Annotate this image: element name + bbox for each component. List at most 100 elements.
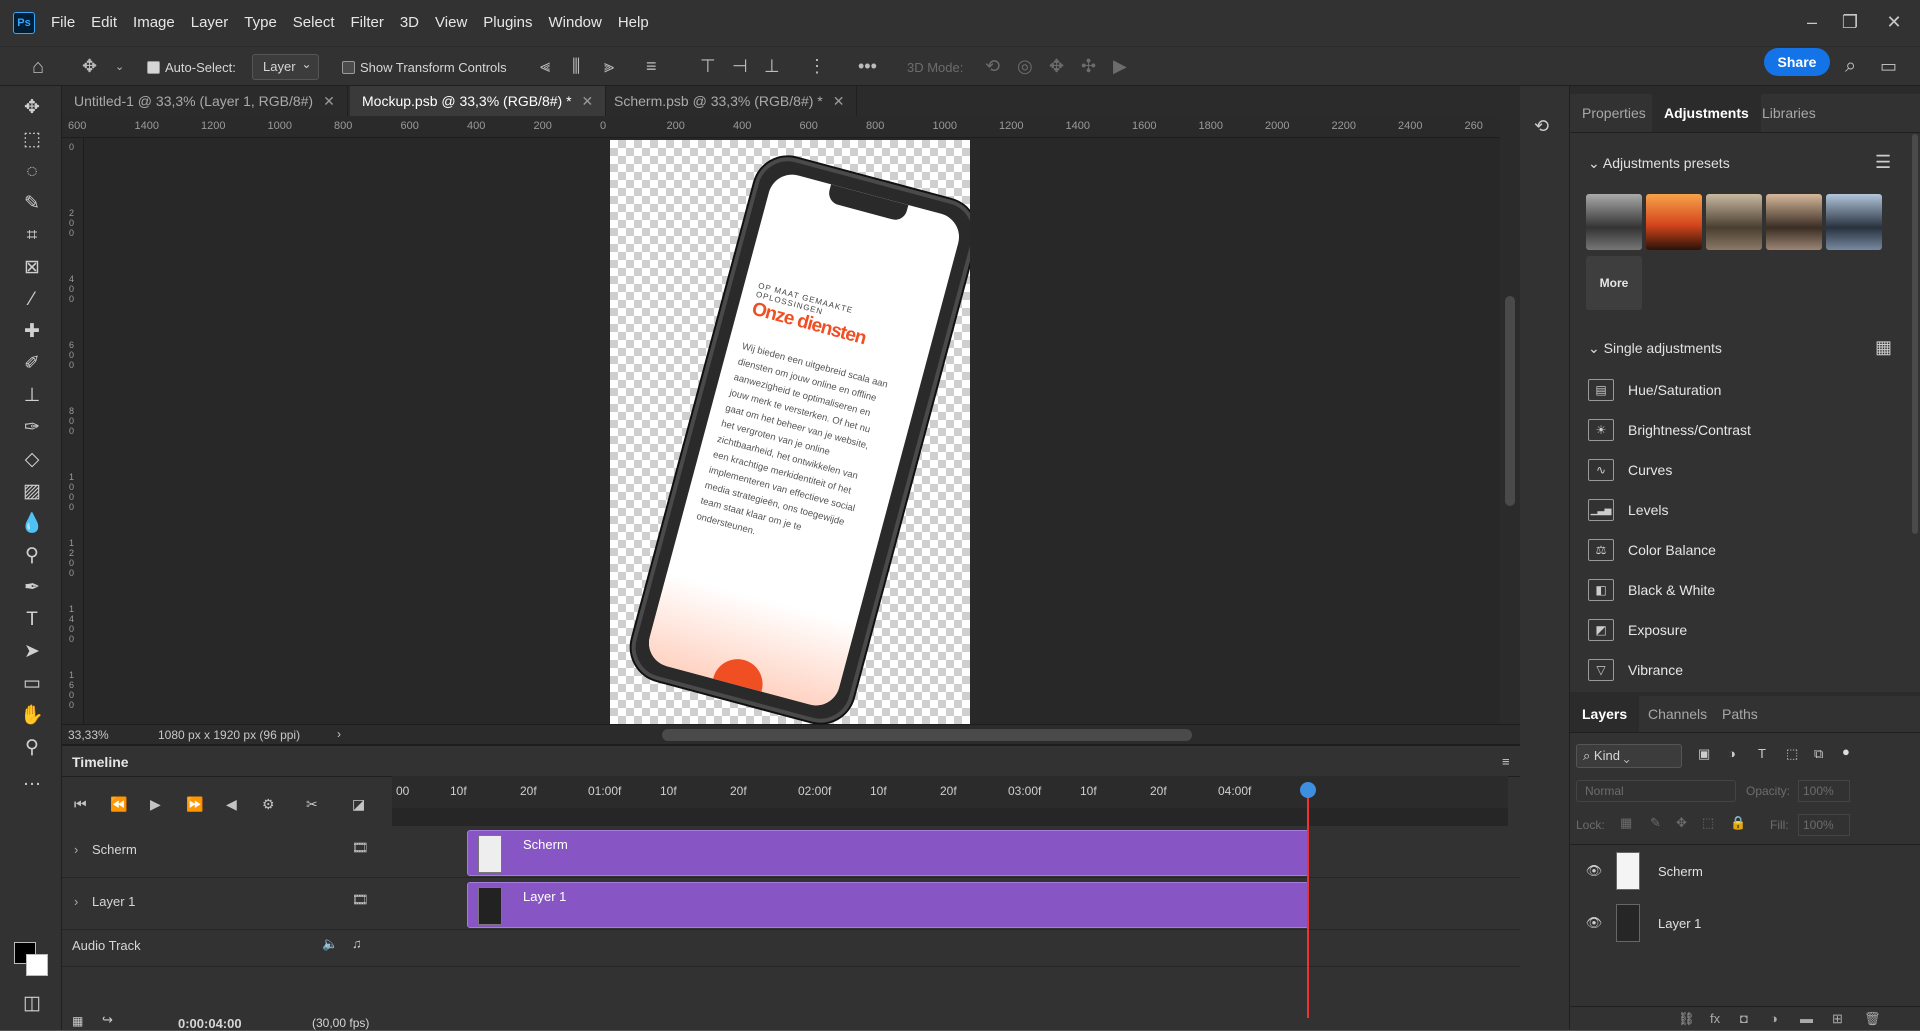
pixel-filter-icon[interactable]: ▣ xyxy=(1698,746,1710,762)
menu-file[interactable]: File xyxy=(43,0,83,46)
tab-paths[interactable]: Paths xyxy=(1710,696,1770,732)
playhead-handle[interactable] xyxy=(1300,782,1316,798)
preset-thumbnail[interactable] xyxy=(1646,194,1702,250)
panel-menu-icon[interactable]: ≡ xyxy=(1502,754,1510,769)
align-right-icon[interactable]: ⫸ xyxy=(604,56,614,77)
move-tool-icon[interactable]: ✥ xyxy=(82,56,97,77)
track-name-scherm[interactable]: Scherm xyxy=(92,842,137,857)
fill-input[interactable]: 100% xyxy=(1798,814,1850,836)
scroll-thumb[interactable] xyxy=(1505,296,1515,506)
menu-window[interactable]: Window xyxy=(540,0,609,46)
menu-select[interactable]: Select xyxy=(285,0,343,46)
speaker-icon[interactable]: 🔈 xyxy=(322,936,338,952)
grid-view-icon[interactable]: ▦ xyxy=(1875,337,1892,358)
marquee-tool-icon[interactable]: ⬚ xyxy=(20,128,44,152)
share-button[interactable]: Share xyxy=(1764,48,1830,76)
play-icon[interactable]: ▶ xyxy=(150,796,161,813)
close-tab-icon[interactable]: ✕ xyxy=(833,93,845,109)
home-icon[interactable]: ⌂ xyxy=(32,56,44,79)
zoom-level[interactable]: 33,33% xyxy=(68,728,109,742)
more-options-icon[interactable]: ••• xyxy=(858,56,877,77)
settings-gear-icon[interactable]: ⚙ xyxy=(262,796,275,813)
gradient-tool-icon[interactable]: ▨ xyxy=(20,480,44,504)
visibility-eye-icon[interactable]: 👁 xyxy=(1584,863,1604,879)
expand-chevron-icon[interactable]: › xyxy=(74,842,78,857)
tab-libraries[interactable]: Libraries xyxy=(1750,94,1828,132)
filter-toggle-icon[interactable]: ● xyxy=(1842,744,1850,759)
distribute-vertical-icon[interactable]: ⋮ xyxy=(808,56,826,77)
tab-mockup[interactable]: Mockup.psb @ 33,3% (RGB/8#) * ✕ xyxy=(350,86,607,116)
new-layer-icon[interactable]: ⊞ xyxy=(1832,1011,1843,1027)
film-icon[interactable]: 🎞 xyxy=(352,892,369,908)
adj-hue-saturation[interactable]: ▤ Hue/Saturation xyxy=(1588,377,1721,403)
adj-black-white[interactable]: ◧ Black & White xyxy=(1588,577,1715,603)
music-note-icon[interactable]: ♫ xyxy=(352,936,362,951)
blend-mode-dropdown[interactable]: Normal xyxy=(1576,780,1736,802)
more-tools-icon[interactable]: … xyxy=(20,768,44,792)
pen-tool-icon[interactable]: ✒ xyxy=(20,576,44,600)
lock-pixels-icon[interactable]: ✎ xyxy=(1650,815,1661,831)
presets-heading[interactable]: ⌄ Adjustments presets xyxy=(1588,155,1730,172)
quick-mask-icon[interactable]: ◫ xyxy=(20,992,44,1016)
search-icon[interactable]: ⌕ xyxy=(1845,55,1856,78)
horizontal-scroll-thumb[interactable] xyxy=(662,729,1192,741)
track-name-layer1[interactable]: Layer 1 xyxy=(92,894,135,909)
crop-tool-icon[interactable]: ⌗ xyxy=(20,224,44,248)
adj-vibrance[interactable]: ▽ Vibrance xyxy=(1588,657,1683,683)
preset-thumbnail[interactable] xyxy=(1586,194,1642,250)
adj-brightness-contrast[interactable]: ☀ Brightness/Contrast xyxy=(1588,417,1751,443)
menu-view[interactable]: View xyxy=(427,0,475,46)
lasso-tool-icon[interactable]: ◌ xyxy=(20,160,44,184)
adj-exposure[interactable]: ◩ Exposure xyxy=(1588,617,1687,643)
link-layers-icon[interactable]: ⛓ xyxy=(1678,1011,1695,1027)
layer-name[interactable]: Scherm xyxy=(1658,864,1703,879)
menu-image[interactable]: Image xyxy=(125,0,183,46)
fx-icon[interactable]: fx xyxy=(1710,1011,1720,1026)
auto-select-checkbox[interactable]: Auto-Select: xyxy=(147,47,236,87)
previous-frame-icon[interactable]: ⏪ xyxy=(110,796,127,813)
menu-help[interactable]: Help xyxy=(610,0,657,46)
rectangle-tool-icon[interactable]: ▭ xyxy=(20,672,44,696)
render-icon[interactable]: ↪ xyxy=(102,1012,113,1028)
panel-scrollbar[interactable] xyxy=(1912,134,1918,534)
chevron-right-icon[interactable]: › xyxy=(337,727,341,741)
smart-object-filter-icon[interactable]: ⧉ xyxy=(1814,746,1823,762)
close-tab-icon[interactable]: ✕ xyxy=(323,93,335,109)
filter-kind-dropdown[interactable]: ⌕ Kind ⌄ xyxy=(1576,744,1682,768)
film-icon[interactable]: 🎞 xyxy=(352,840,369,856)
layer-name[interactable]: Layer 1 xyxy=(1658,916,1701,931)
time-ruler[interactable]: 00 10f 20f 01:00f 10f 20f 02:00f 10f 20f… xyxy=(392,776,1508,808)
workspace-icon[interactable]: ▭ xyxy=(1880,56,1897,77)
type-tool-icon[interactable]: T xyxy=(20,608,44,632)
lock-position-icon[interactable]: ✥ xyxy=(1676,815,1687,831)
align-bottom-icon[interactable]: ⊥ xyxy=(764,56,780,77)
opacity-input[interactable]: 100% xyxy=(1798,780,1850,802)
healing-brush-icon[interactable]: ✚ xyxy=(20,320,44,344)
adj-levels[interactable]: ▁▃▅ Levels xyxy=(1588,497,1668,523)
align-top-icon[interactable]: ⊤ xyxy=(700,56,716,77)
show-transform-checkbox[interactable]: Show Transform Controls xyxy=(342,47,507,87)
menu-3d[interactable]: 3D xyxy=(392,0,427,46)
eraser-tool-icon[interactable]: ◇ xyxy=(20,448,44,472)
document-canvas[interactable]: OP MAAT GEMAAKTE OPLOSSINGEN Onze dienst… xyxy=(610,140,970,724)
go-to-first-frame-icon[interactable]: ⏮ xyxy=(74,796,87,813)
menu-filter[interactable]: Filter xyxy=(343,0,392,46)
quick-select-tool-icon[interactable]: ✎ xyxy=(20,192,44,216)
path-selection-icon[interactable]: ➤ xyxy=(20,640,44,664)
preset-thumbnail[interactable] xyxy=(1766,194,1822,250)
align-center-icon[interactable]: ⫼ xyxy=(572,56,580,77)
adj-curves[interactable]: ∿ Curves xyxy=(1588,457,1672,483)
tab-layers[interactable]: Layers xyxy=(1570,696,1640,732)
close-tab-icon[interactable]: ✕ xyxy=(582,93,594,109)
lock-artboard-icon[interactable]: ⬚ xyxy=(1702,815,1714,831)
transition-icon[interactable]: ◪ xyxy=(352,796,365,813)
adj-color-balance[interactable]: ⚖ Color Balance xyxy=(1588,537,1716,563)
distribute-icon[interactable]: ≡ xyxy=(646,56,657,77)
dodge-tool-icon[interactable]: ⚲ xyxy=(20,544,44,568)
move-tool-icon[interactable]: ✥ xyxy=(20,96,44,120)
preset-thumbnail[interactable] xyxy=(1706,194,1762,250)
list-view-icon[interactable]: ☰ xyxy=(1875,152,1891,173)
frame-mode-icon[interactable]: ▦ xyxy=(72,1014,83,1028)
work-area-bar[interactable] xyxy=(392,808,1508,826)
background-color-swatch[interactable] xyxy=(26,954,48,976)
